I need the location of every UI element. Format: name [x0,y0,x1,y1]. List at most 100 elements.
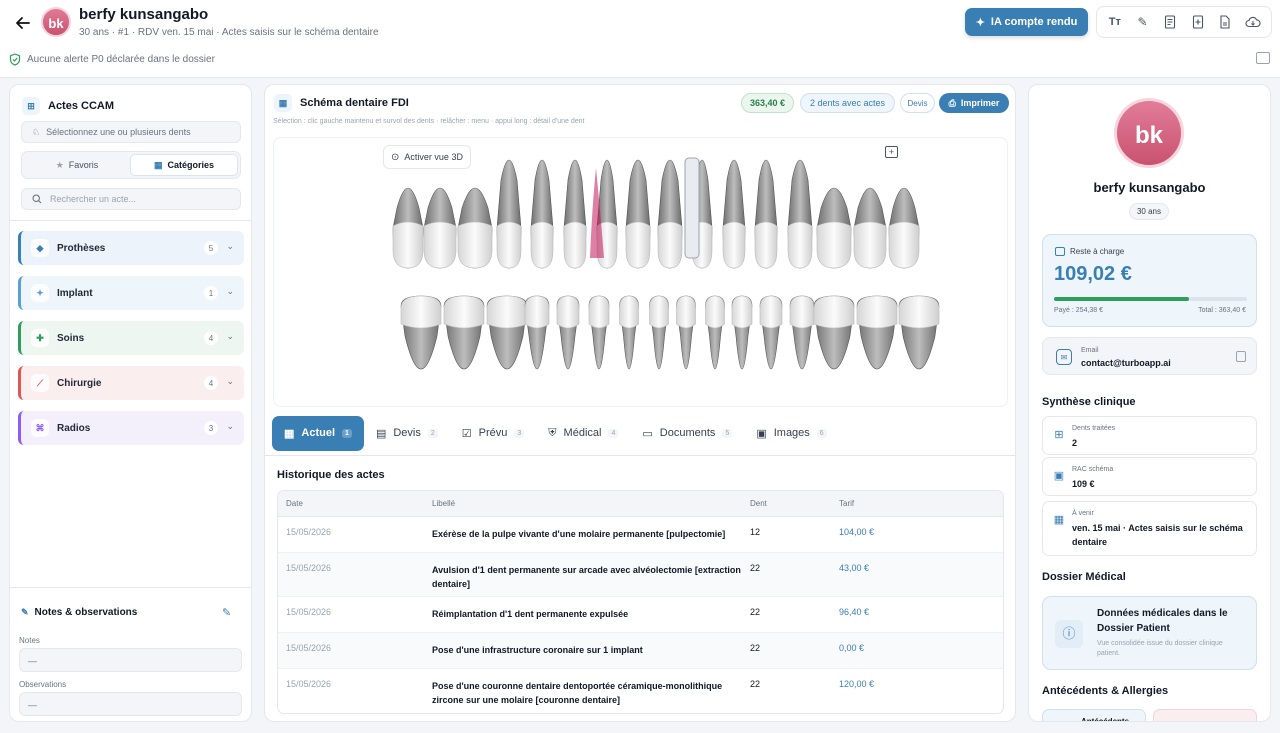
edit-notes-button[interactable]: ✎ [222,606,231,619]
devis-badge[interactable]: Devis [900,93,935,113]
category-label: Soins [57,332,85,344]
acts-title-text: Actes CCAM [48,100,115,112]
tab-images[interactable]: ▣ Images 6 [744,416,838,451]
synthese-label: RAC schéma [1072,466,1114,473]
tab-prevu[interactable]: ☑ Prévu 3 [450,416,537,451]
antecedents-card[interactable]: Antécédents [1042,709,1146,721]
tooth-crown [759,295,783,329]
upper-arch[interactable] [392,157,920,269]
column-dent: Dent [750,499,767,508]
tab-medical[interactable]: ⛨ Médical 4 [536,416,630,451]
category-implant[interactable]: ✦ Implant 1 ⌄ [18,276,244,310]
category-chirurgie[interactable]: ⟋ Chirurgie 4 ⌄ [18,366,244,400]
receipt-icon[interactable] [1160,12,1180,32]
tab-actuel[interactable]: ▦ Actuel 1 [272,415,364,451]
dental-chart[interactable]: ⊙ Activer vue 3D + [273,137,1008,407]
row-tarif: 104,00 € [839,527,875,537]
print-button[interactable]: ⎙ Imprimer [939,93,1009,113]
tooth-crown [853,221,887,269]
column-tarif: Tarif [839,499,855,508]
tooth-crown [400,295,442,329]
bandage-icon: ✚ [31,329,49,347]
tab-devis[interactable]: ▤ Devis 2 [364,416,450,451]
table-row[interactable]: 15/05/2026 Pose d'une infrastructure cor… [278,633,1003,669]
grid-icon: ▦ [274,94,292,112]
observations-field[interactable]: — [19,692,242,716]
tooth-crown [524,295,550,329]
tab-documents[interactable]: ▭ Documents 5 [630,416,744,451]
document-plus-icon[interactable] [1188,12,1208,32]
ia-report-button[interactable]: ✦ IA compte rendu [965,8,1088,36]
panel-toggle-icon[interactable] [1256,52,1270,64]
tab-label: Documents [659,427,716,439]
history-tabs: ▦ Actuel 1 ▤ Devis 2 ☑ Prévu 3 ⛨ Médical… [265,411,1015,455]
tooth-crown [423,221,457,269]
tab-count: 6 [816,428,827,438]
text-size-icon[interactable]: Tт [1105,12,1125,32]
acts-title: ⊞ Actes CCAM [22,97,114,115]
dossier-card[interactable]: ⓘ Données médicales dans le Dossier Pati… [1042,596,1257,670]
category-radios[interactable]: ⌘ Radios 3 ⌄ [18,411,244,445]
tab-count: 5 [722,428,733,438]
synthese-value: 2 [1072,438,1078,448]
table-row[interactable]: 15/05/2026 Exérèse de la pulpe vivante d… [278,517,1003,553]
tooth-crown [625,221,651,269]
row-libelle: Réimplantation d'1 dent permanente expul… [432,609,629,619]
synthese-label: Dents traitées [1072,425,1116,432]
patient-name: berfy kunsangabo [1093,180,1206,195]
tooth-crown [619,295,639,329]
favorites-tab[interactable]: ★ Favoris [24,154,130,176]
table-row[interactable]: 15/05/2026 Avulsion d'1 dent permanente … [278,553,1003,597]
xray-icon: ⌘ [31,419,49,437]
synthese-label: À venir [1072,510,1094,517]
row-dent: 22 [750,643,761,653]
category-count: 4 [204,331,218,345]
calendar-check-icon: ☑ [461,427,472,440]
document-icon[interactable] [1215,12,1235,32]
notes-icon: ✎ [21,607,29,617]
tooth-crown [754,221,778,269]
row-libelle: Avulsion d'1 dent permanente sur arcade … [432,565,741,589]
chevron-down-icon: ⌄ [226,331,234,341]
row-tarif: 96,40 € [839,607,870,617]
implant-marker [684,157,700,259]
acts-table: Date Libellé Dent Tarif 15/05/2026 Exérè… [277,490,1004,714]
act-search-input[interactable]: Rechercher un acte... [21,188,241,210]
tab-count: 1 [342,428,352,438]
wallet-icon [1055,247,1065,256]
alert-text: Aucune alerte P0 déclarée dans le dossie… [27,54,215,65]
allergies-card[interactable] [1153,709,1257,721]
category-protheses[interactable]: ◆ Prothèses 5 ⌄ [18,231,244,265]
synthese-title: Synthèse clinique [1042,396,1136,408]
row-dent: 12 [750,527,761,537]
sparkle-icon: ✦ [31,284,49,302]
paid-amount: Payé : 254,38 € [1054,307,1104,314]
row-tarif: 0,00 € [839,643,865,653]
total-amount: Total : 363,40 € [1198,307,1246,314]
row-libelle: Pose d'une infrastructure coronaire sur … [432,645,643,655]
cloud-download-icon[interactable] [1243,12,1263,32]
grid-icon: ⊞ [22,97,40,115]
chart-title-text: Schéma dentaire FDI [300,97,409,109]
pencil-icon[interactable]: ✎ [1132,12,1152,32]
notes-field[interactable]: — [19,648,242,672]
notes-title-text: Notes & observations [34,607,138,618]
table-row[interactable]: 15/05/2026 Pose d'une couronne dentaire … [278,669,1003,713]
back-button[interactable] [12,12,34,34]
ia-report-label: IA compte rendu [990,16,1078,28]
teeth-selector[interactable]: ♘ Sélectionnez une ou plusieurs dents [21,121,241,143]
category-soins[interactable]: ✚ Soins 4 ⌄ [18,321,244,355]
email-value: contact@turboapp.ai [1081,358,1171,368]
synthese-upcoming-card: ▦ À venir ven. 15 mai · Actes saisis sur… [1042,501,1257,556]
lower-arch[interactable] [400,295,940,370]
view-toggle: ★ Favoris ▦ Catégories [21,151,241,179]
row-date: 15/05/2026 [286,527,332,537]
folder-icon: ▭ [642,427,653,440]
categories-tab[interactable]: ▦ Catégories [130,154,238,176]
copy-icon[interactable] [1236,351,1246,362]
table-row[interactable]: 15/05/2026 Réimplantation d'1 dent perma… [278,597,1003,633]
teeth-selector-placeholder: Sélectionnez une ou plusieurs dents [46,127,191,137]
tooth-crown [443,295,485,329]
tab-count: 4 [608,428,619,438]
rac-label-text: Reste à charge [1070,247,1125,256]
